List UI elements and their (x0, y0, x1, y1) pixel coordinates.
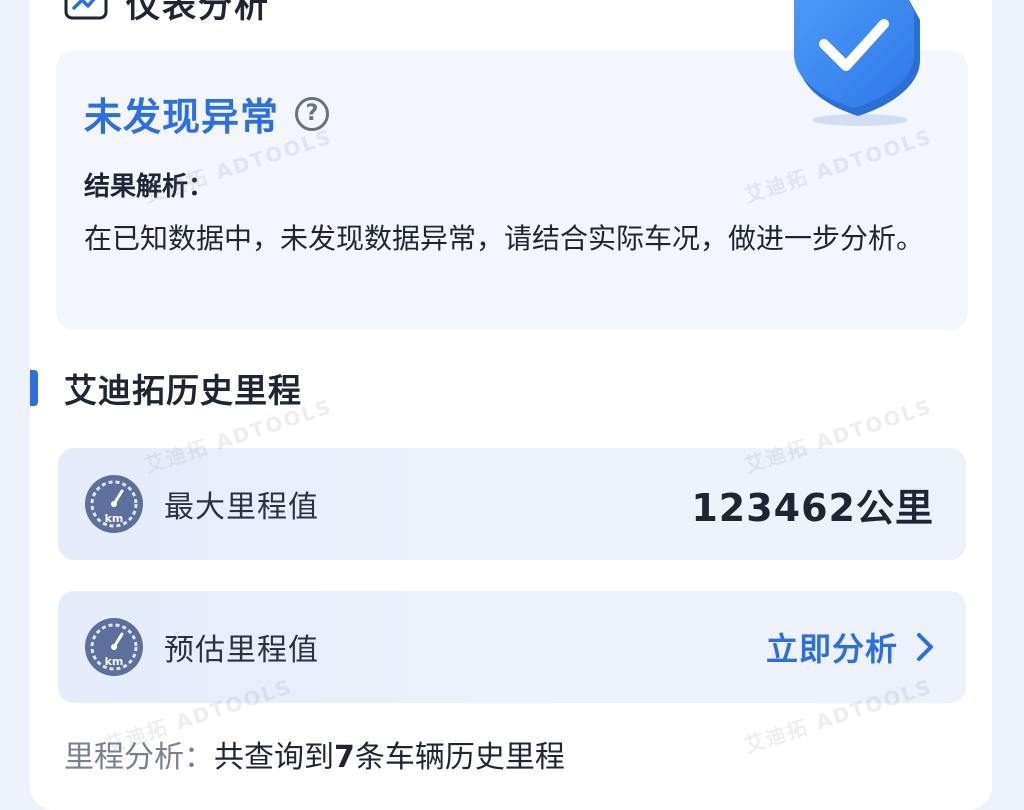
status-text: 未发现异常 (84, 95, 280, 139)
summary-label: 里程分析： (64, 740, 214, 775)
odometer-unit: km (105, 655, 124, 668)
section-indicator (30, 370, 38, 406)
analyze-now-button[interactable]: 立即分析 (766, 624, 936, 670)
odometer-icon: km (85, 475, 143, 533)
max-mileage-value: 123462公里 (691, 485, 934, 530)
max-mileage-row: km 最大里程值 123462公里 (58, 448, 966, 560)
analyze-now-label: 立即分析 (765, 630, 898, 668)
max-mileage-label: 最大里程值 (164, 490, 319, 525)
chart-card-icon (64, 0, 108, 20)
estimate-mileage-label: 预估里程值 (164, 633, 319, 668)
analysis-text: 在已知数据中，未发现数据异常，请结合实际车况，做进一步分析。 (84, 222, 925, 255)
help-icon[interactable]: ? (295, 96, 330, 131)
page-title: 仪表分析 (126, 0, 270, 26)
summary-text-after: 条车辆历史里程 (354, 740, 565, 775)
summary-text-before: 共查询到 (214, 740, 334, 775)
chevron-right-icon (917, 633, 933, 661)
analysis-label: 结果解析： (84, 172, 215, 202)
section-title: 艾迪拓历史里程 (64, 371, 302, 410)
mileage-summary: 里程分析：共查询到7条车辆历史里程 (64, 732, 565, 776)
header: 仪表分析 (64, 0, 270, 26)
status-line: 未发现异常 ? (84, 86, 330, 141)
odometer-icon: km (85, 618, 143, 676)
summary-count: 7 (334, 740, 355, 775)
odometer-unit: km (105, 512, 124, 525)
shield-check-icon (794, 0, 920, 126)
estimate-mileage-row[interactable]: km 预估里程值 立即分析 (58, 591, 966, 703)
